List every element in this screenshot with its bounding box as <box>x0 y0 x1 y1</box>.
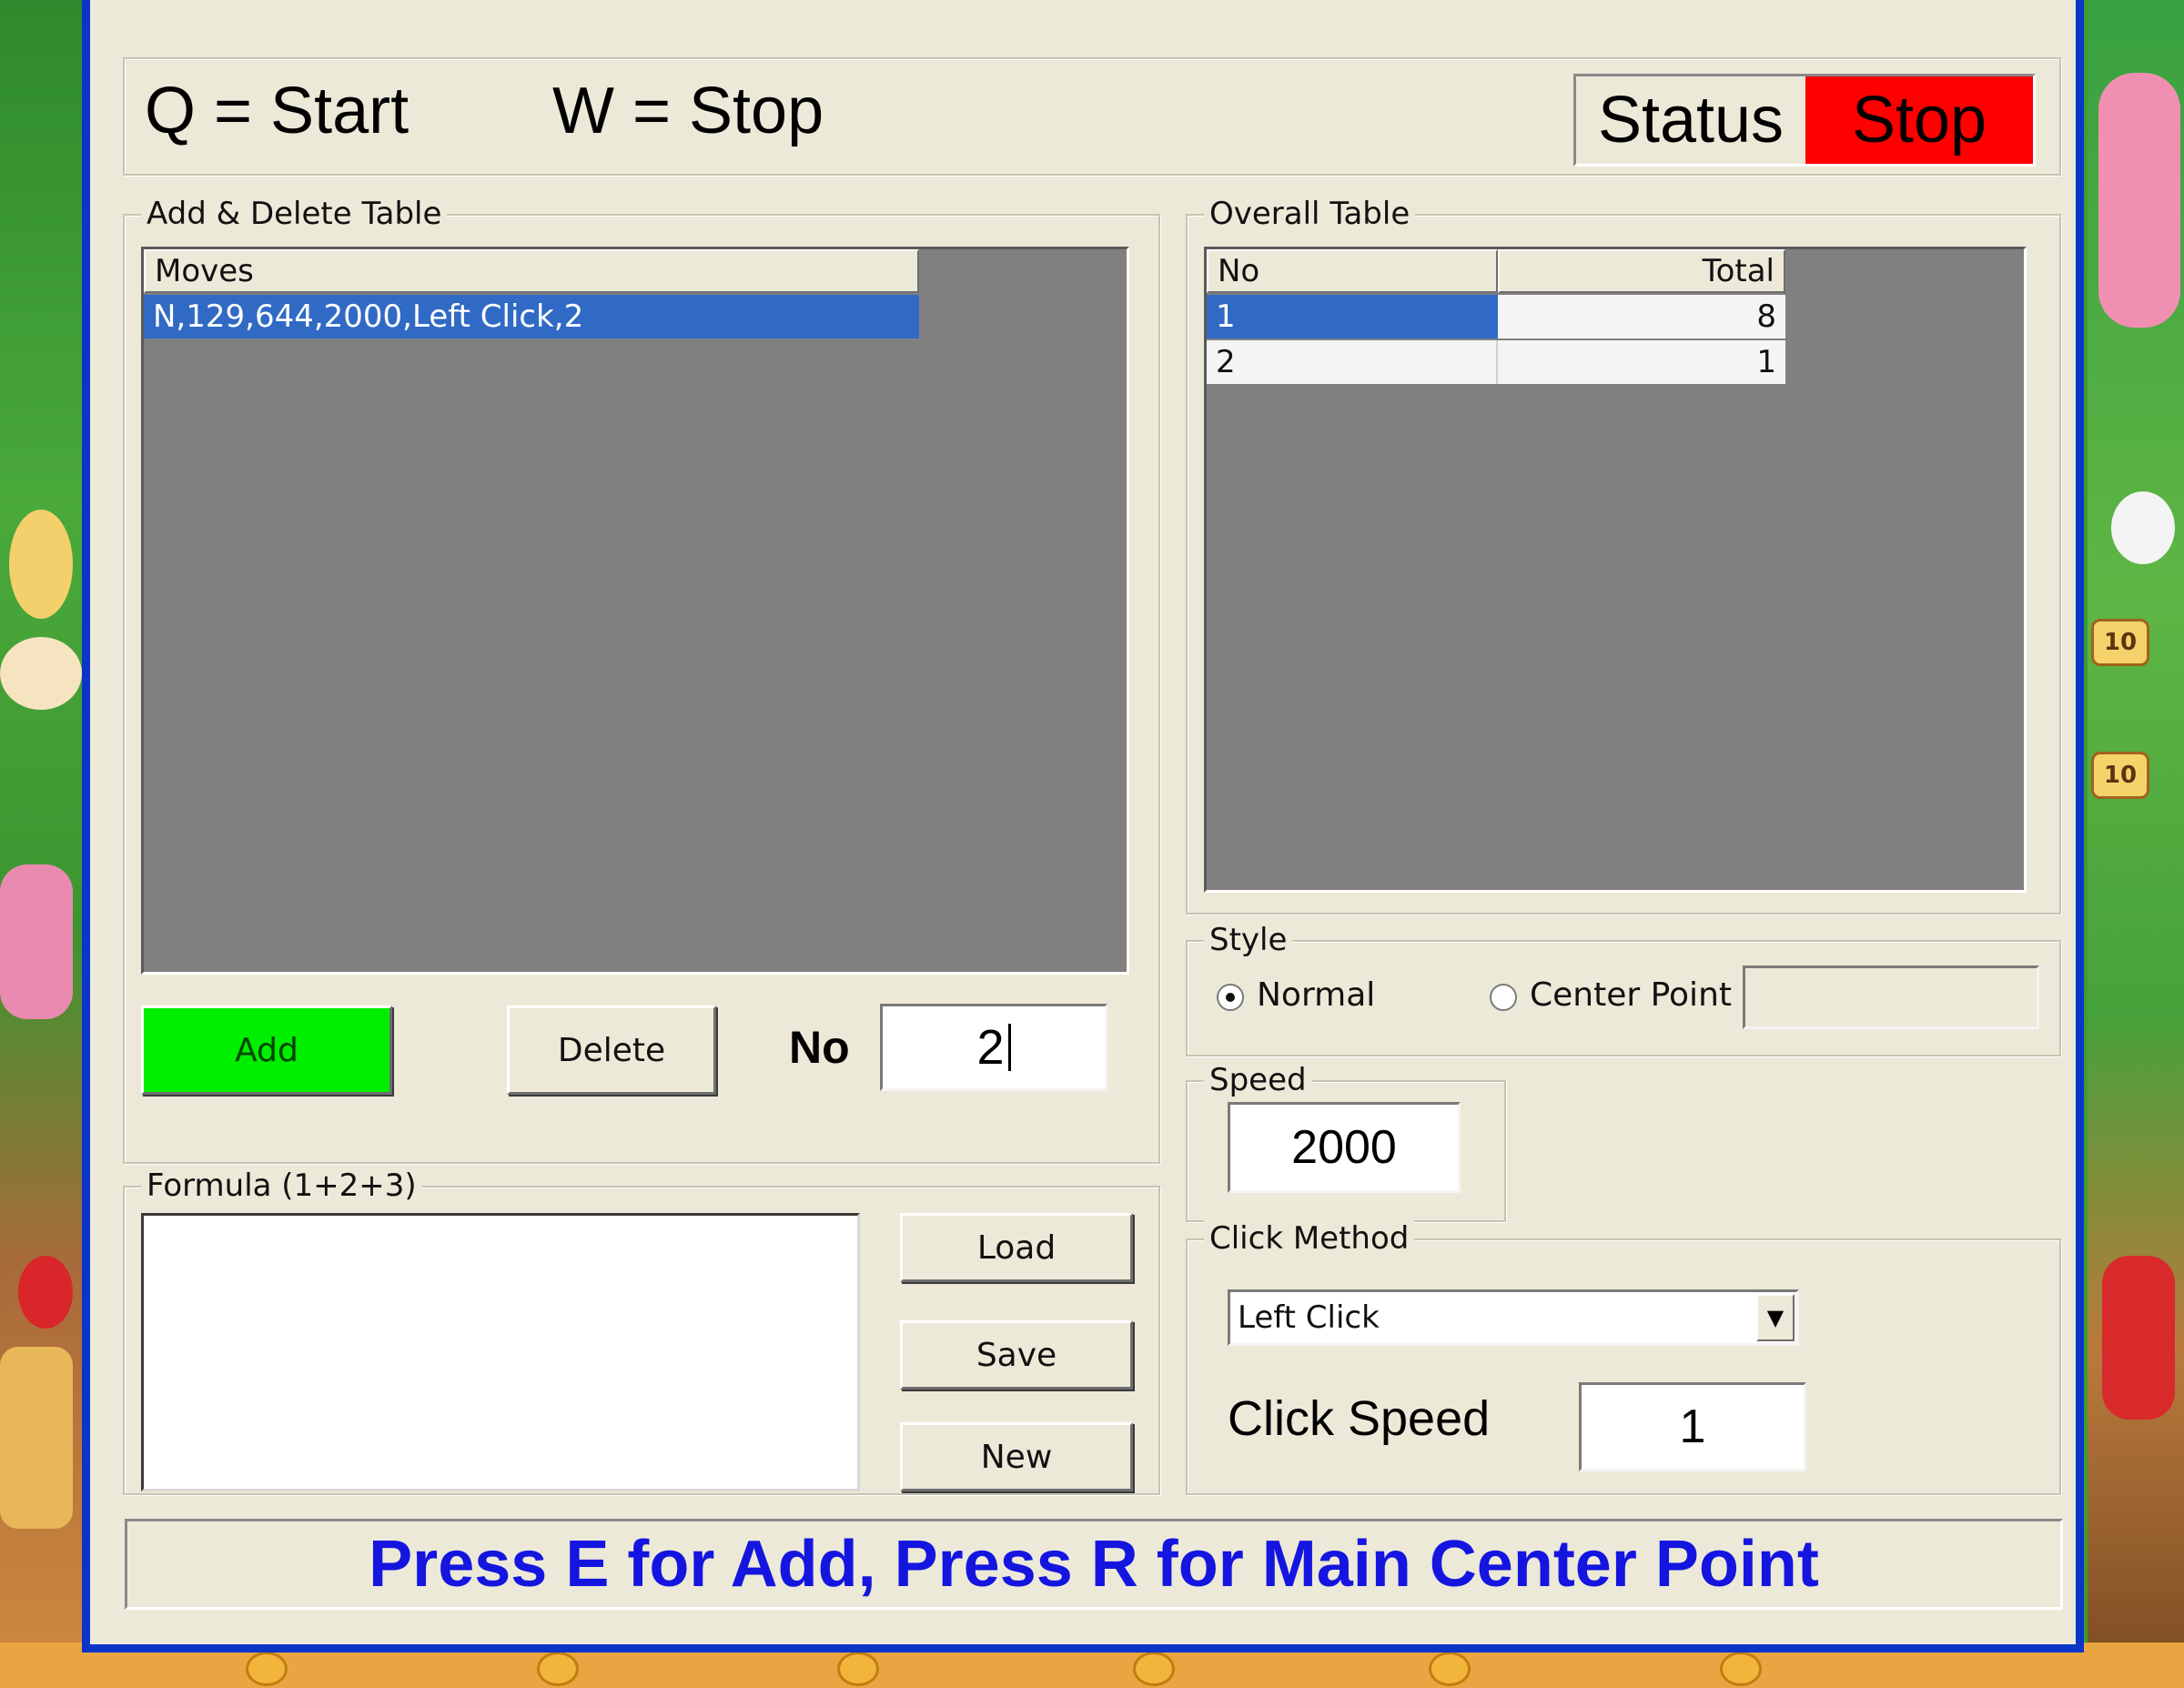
status-indicator: Status Stop <box>1573 74 2036 167</box>
no-cell: 1 <box>1207 295 1498 339</box>
formula-textarea[interactable] <box>141 1213 860 1491</box>
new-button[interactable]: New <box>900 1422 1133 1491</box>
moves-column-header[interactable]: Moves <box>144 249 919 293</box>
overall-legend: Overall Table <box>1204 196 1416 232</box>
decor-white-bone <box>2111 491 2175 564</box>
click-method-select[interactable]: Left Click ▼ <box>1228 1289 1799 1346</box>
center-point-input[interactable] <box>1743 965 2039 1029</box>
total-column-header[interactable]: Total <box>1498 249 1785 293</box>
table-row[interactable]: 1 8 <box>1207 295 1785 339</box>
no-input[interactable]: 2 <box>880 1004 1107 1091</box>
no-column-header[interactable]: No <box>1207 249 1498 293</box>
coin-icon <box>1133 1652 1175 1686</box>
chevron-down-icon[interactable]: ▼ <box>1756 1294 1795 1341</box>
no-cell: 2 <box>1207 340 1498 384</box>
load-button[interactable]: Load <box>900 1213 1133 1282</box>
game-background-right: 10 10 <box>2088 0 2184 1688</box>
status-value: Stop <box>1805 76 2033 164</box>
speed-input[interactable]: 2000 <box>1228 1102 1461 1193</box>
level-badge-2: 10 <box>2091 752 2149 799</box>
coin-icon <box>1429 1652 1471 1686</box>
no-label: No <box>789 1022 850 1073</box>
add-delete-legend: Add & Delete Table <box>141 196 448 232</box>
game-background-left <box>0 0 87 1688</box>
total-cell: 1 <box>1756 344 1776 380</box>
hint-bar: Press E for Add, Press R for Main Center… <box>125 1519 2063 1610</box>
click-method-legend: Click Method <box>1204 1220 1415 1257</box>
stop-hotkey-label: W = Stop <box>552 75 824 147</box>
status-label: Status <box>1576 76 1805 164</box>
click-method-value: Left Click <box>1238 1299 1380 1336</box>
add-button[interactable]: Add <box>141 1006 392 1095</box>
normal-radio-label[interactable]: Normal <box>1257 976 1375 1014</box>
decor-cake <box>0 637 82 710</box>
click-speed-input[interactable]: 1 <box>1579 1382 1806 1471</box>
overall-list[interactable]: No Total 1 8 2 1 <box>1204 247 2027 893</box>
coin-icon <box>1720 1652 1762 1686</box>
start-hotkey-label: Q = Start <box>145 75 410 147</box>
table-row[interactable]: 2 1 <box>1207 340 1785 384</box>
decor-yellow <box>0 1347 73 1529</box>
speed-legend: Speed <box>1204 1062 1312 1098</box>
style-legend: Style <box>1204 922 1293 958</box>
no-input-value: 2 <box>976 1020 1005 1075</box>
coin-icon <box>837 1652 879 1686</box>
coin-icon <box>246 1652 288 1686</box>
coin-icon <box>537 1652 579 1686</box>
normal-radio[interactable] <box>1217 984 1244 1011</box>
level-badge-1: 10 <box>2091 619 2149 666</box>
auto-clicker-window: Q = Start W = Stop Status Stop Add & Del… <box>82 0 2084 1653</box>
center-point-radio[interactable] <box>1490 984 1517 1011</box>
text-caret <box>1007 1024 1011 1071</box>
decor-candy <box>9 510 73 619</box>
decor-pink <box>0 864 73 1019</box>
save-button[interactable]: Save <box>900 1320 1133 1390</box>
decor-red-pipe <box>2102 1256 2175 1420</box>
click-speed-label: Click Speed <box>1228 1391 1491 1446</box>
table-row[interactable]: N,129,644,2000,Left Click,2 <box>144 295 919 339</box>
delete-button[interactable]: Delete <box>507 1006 716 1095</box>
move-cell: N,129,644,2000,Left Click,2 <box>153 298 584 335</box>
center-point-radio-label[interactable]: Center Point <box>1530 976 1732 1014</box>
total-cell: 8 <box>1498 295 1785 339</box>
decor-red-ball <box>18 1256 73 1329</box>
moves-list[interactable]: Moves N,129,644,2000,Left Click,2 <box>141 247 1129 975</box>
formula-legend: Formula (1+2+3) <box>141 1167 422 1204</box>
decor-candy-right <box>2098 73 2180 328</box>
